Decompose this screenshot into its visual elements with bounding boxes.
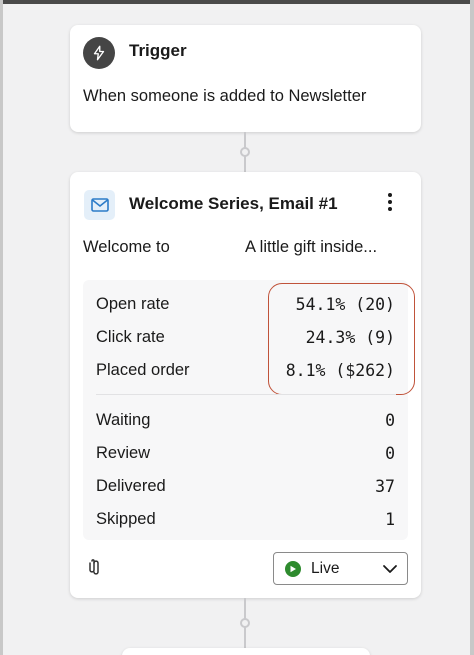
stat-label-open-rate: Open rate [96,295,170,313]
email-stats-panel: Open rate 54.1% (20) Click rate 24.3% (9… [83,280,415,540]
link-icon[interactable] [84,557,104,577]
stat-value-open-rate: 54.1% (20) [295,295,395,314]
email-card[interactable]: Welcome Series, Email #1 Welcome to A li… [70,172,421,598]
trigger-card[interactable]: Trigger When someone is added to Newslet… [70,25,421,132]
stat-value-skipped: 1 [385,510,395,529]
stat-label-delivered: Delivered [96,477,166,495]
flow-connector-node[interactable] [240,147,250,157]
status-label: Live [311,559,340,577]
stat-label-skipped: Skipped [96,510,156,528]
stat-label-waiting: Waiting [96,411,151,429]
lightning-bolt-icon [83,37,115,69]
mail-icon [84,190,115,220]
right-panel-edge [470,0,474,655]
stat-value-placed-order: 8.1% ($262) [285,361,395,380]
more-options-icon[interactable] [382,190,398,214]
stat-label-placed-order: Placed order [96,361,190,379]
play-icon [285,560,301,577]
trigger-description: When someone is added to Newsletter [83,87,367,105]
next-step-card[interactable] [122,648,370,655]
email-title: Welcome Series, Email #1 [129,194,338,213]
stat-value-delivered: 37 [375,477,395,496]
stat-value-review: 0 [385,444,395,463]
email-preview-text: A little gift inside... [245,238,378,256]
stat-label-review: Review [96,444,151,462]
stat-label-click-rate: Click rate [96,328,165,346]
status-dropdown[interactable]: Live [273,552,408,585]
chevron-down-icon [383,565,397,573]
stat-value-waiting: 0 [385,411,395,430]
flow-connector-node[interactable] [240,618,250,628]
left-panel-edge [0,0,3,655]
stat-value-click-rate: 24.3% (9) [305,328,395,347]
window-top-bar [0,0,474,4]
stats-divider [96,394,396,395]
email-subject: Welcome to [83,238,170,256]
trigger-title: Trigger [129,41,187,60]
